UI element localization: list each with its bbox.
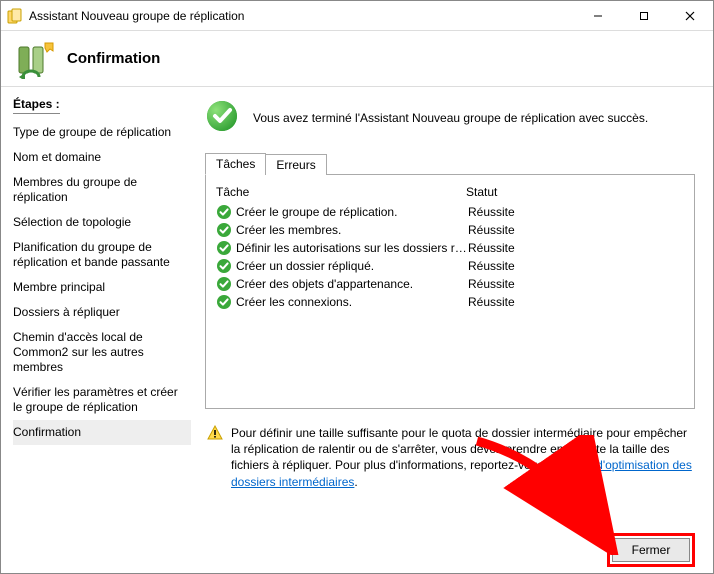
task-name: Créer les connexions. <box>236 295 468 309</box>
step-item[interactable]: Planification du groupe de réplication e… <box>13 235 191 275</box>
task-status: Réussite <box>468 205 684 219</box>
page-title: Confirmation <box>67 50 160 67</box>
wizard-window: Assistant Nouveau groupe de réplication <box>0 0 714 574</box>
warning-icon <box>207 425 223 490</box>
maximize-button[interactable] <box>621 1 667 30</box>
success-small-icon <box>216 222 232 238</box>
minimize-button[interactable] <box>575 1 621 30</box>
wizard-header-icon <box>15 39 55 79</box>
results-tabstrip: Tâches Erreurs <box>205 152 695 175</box>
success-small-icon <box>216 240 232 256</box>
results-header-row: Tâche Statut <box>216 183 684 203</box>
task-status: Réussite <box>468 295 684 309</box>
step-item[interactable]: Vérifier les paramètres et créer le grou… <box>13 380 191 420</box>
content-pane: Vous avez terminé l'Assistant Nouveau gr… <box>199 87 713 527</box>
wizard-footer: Fermer <box>1 527 713 573</box>
step-item[interactable]: Confirmation <box>13 420 191 445</box>
tab-errors[interactable]: Erreurs <box>265 154 326 175</box>
success-banner: Vous avez terminé l'Assistant Nouveau gr… <box>205 99 695 136</box>
step-item[interactable]: Type de groupe de réplication <box>13 120 191 145</box>
step-item[interactable]: Dossiers à répliquer <box>13 300 191 325</box>
tab-tasks[interactable]: Tâches <box>205 153 266 175</box>
task-row[interactable]: Créer des objets d'appartenance.Réussite <box>216 275 684 293</box>
task-name: Créer le groupe de réplication. <box>236 205 468 219</box>
info-text-after: . <box>354 475 357 489</box>
task-row[interactable]: Créer les membres.Réussite <box>216 221 684 239</box>
window-controls <box>575 1 713 30</box>
wizard-header: Confirmation <box>1 31 713 87</box>
task-name: Définir les autorisations sur les dossie… <box>236 241 468 255</box>
results-rows: Créer le groupe de réplication.RéussiteC… <box>216 203 684 311</box>
steps-heading: Étapes : <box>13 97 60 114</box>
column-header-task[interactable]: Tâche <box>216 185 466 199</box>
info-text: Pour définir une taille suffisante pour … <box>231 425 693 490</box>
window-title: Assistant Nouveau groupe de réplication <box>29 9 575 23</box>
column-header-status[interactable]: Statut <box>466 185 684 199</box>
success-check-icon <box>205 99 239 136</box>
info-note: Pour définir une taille suffisante pour … <box>205 421 695 494</box>
wizard-body: Étapes : Type de groupe de réplicationNo… <box>1 87 713 527</box>
task-status: Réussite <box>468 241 684 255</box>
success-small-icon <box>216 204 232 220</box>
step-item[interactable]: Nom et domaine <box>13 145 191 170</box>
task-status: Réussite <box>468 223 684 237</box>
steps-sidebar: Étapes : Type de groupe de réplicationNo… <box>1 87 199 527</box>
task-name: Créer un dossier répliqué. <box>236 259 468 273</box>
task-name: Créer des objets d'appartenance. <box>236 277 468 291</box>
success-message: Vous avez terminé l'Assistant Nouveau gr… <box>253 111 648 125</box>
task-status: Réussite <box>468 277 684 291</box>
task-row[interactable]: Créer le groupe de réplication.Réussite <box>216 203 684 221</box>
task-name: Créer les membres. <box>236 223 468 237</box>
success-small-icon <box>216 258 232 274</box>
task-row[interactable]: Définir les autorisations sur les dossie… <box>216 239 684 257</box>
titlebar: Assistant Nouveau groupe de réplication <box>1 1 713 31</box>
close-button-highlight: Fermer <box>607 533 695 567</box>
success-small-icon <box>216 276 232 292</box>
step-item[interactable]: Sélection de topologie <box>13 210 191 235</box>
step-item[interactable]: Membre principal <box>13 275 191 300</box>
steps-list: Type de groupe de réplicationNom et doma… <box>13 120 191 445</box>
task-status: Réussite <box>468 259 684 273</box>
task-row[interactable]: Créer un dossier répliqué.Réussite <box>216 257 684 275</box>
results-panel: Tâche Statut Créer le groupe de réplicat… <box>205 175 695 409</box>
close-window-button[interactable] <box>667 1 713 30</box>
task-row[interactable]: Créer les connexions.Réussite <box>216 293 684 311</box>
close-button[interactable]: Fermer <box>612 538 690 562</box>
step-item[interactable]: Chemin d'accès local de Common2 sur les … <box>13 325 191 380</box>
app-icon <box>7 8 23 24</box>
success-small-icon <box>216 294 232 310</box>
step-item[interactable]: Membres du groupe de réplication <box>13 170 191 210</box>
